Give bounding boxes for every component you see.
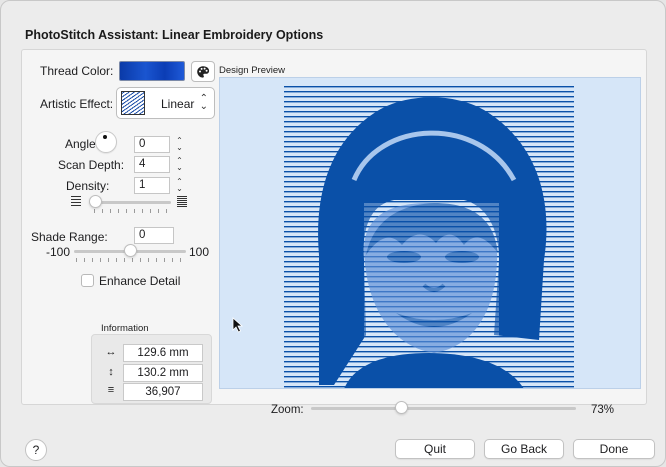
go-back-button[interactable]: Go Back — [484, 439, 564, 459]
artistic-effect-select[interactable]: Linear ⌃ ⌄ — [116, 87, 215, 119]
shade-range-label: Shade Range: — [31, 230, 108, 244]
scan-depth-stepper[interactable]: ⌃ ⌄ — [173, 156, 186, 173]
dialog-title: PhotoStitch Assistant: Linear Embroidery… — [25, 28, 324, 42]
thread-color-swatch[interactable] — [119, 61, 185, 81]
mouse-cursor-icon — [232, 317, 244, 333]
enhance-detail-label: Enhance Detail — [99, 274, 181, 288]
palette-button[interactable] — [191, 61, 215, 82]
zoom-slider-thumb[interactable] — [394, 401, 408, 414]
shade-range-min: -100 — [46, 245, 71, 259]
density-slider-track[interactable] — [91, 201, 171, 204]
stitch-count-value: 36,907 — [123, 383, 203, 401]
density-field[interactable]: 1 — [134, 177, 170, 194]
zoom-label: Zoom: — [271, 404, 304, 416]
shade-range-slider-ticks — [76, 258, 186, 262]
shade-range-slider-thumb[interactable] — [123, 244, 137, 257]
quit-button[interactable]: Quit — [395, 439, 475, 459]
artistic-effect-label: Artistic Effect: — [40, 97, 114, 111]
angle-stepper[interactable]: ⌃ ⌄ — [173, 136, 186, 153]
palette-icon — [197, 65, 210, 78]
scan-depth-label: Scan Depth: — [58, 158, 125, 172]
height-icon: ↕ — [108, 366, 114, 378]
zoom-slider-track[interactable] — [311, 407, 576, 410]
stitch-count-icon: ≡ — [107, 384, 115, 396]
enhance-detail-checkbox[interactable] — [81, 274, 94, 287]
scan-depth-field[interactable]: 4 — [134, 156, 170, 173]
thread-color-label: Thread Color: — [40, 64, 114, 78]
width-icon: ↔ — [105, 346, 117, 358]
density-slider-ticks — [94, 209, 170, 213]
density-stepper[interactable]: ⌃ ⌄ — [173, 177, 186, 194]
information-title: Information — [101, 323, 149, 334]
zoom-value: 73% — [591, 404, 615, 416]
angle-dial[interactable] — [95, 131, 117, 153]
done-button[interactable]: Done — [573, 439, 655, 459]
design-preview-canvas[interactable] — [219, 77, 641, 389]
embroidery-preview-image — [284, 85, 574, 388]
height-value: 130.2 mm — [123, 364, 203, 382]
density-label: Density: — [66, 179, 110, 193]
angle-label: Angle: — [65, 137, 100, 151]
effect-thumbnail — [121, 91, 145, 115]
shade-range-max: 100 — [189, 245, 210, 259]
dialog-window: PhotoStitch Assistant: Linear Embroidery… — [0, 0, 666, 467]
angle-field[interactable]: 0 — [134, 136, 170, 153]
help-button[interactable]: ? — [25, 439, 47, 461]
angle-dial-dot — [103, 135, 107, 139]
artistic-effect-value: Linear — [161, 97, 195, 111]
density-fine-icon — [177, 196, 187, 208]
design-preview-label: Design Preview — [219, 65, 285, 76]
chevron-updown-icon: ⌃ ⌄ — [199, 93, 208, 112]
density-coarse-icon — [71, 196, 81, 208]
width-value: 129.6 mm — [123, 344, 203, 362]
shade-range-field[interactable]: 0 — [134, 227, 174, 244]
